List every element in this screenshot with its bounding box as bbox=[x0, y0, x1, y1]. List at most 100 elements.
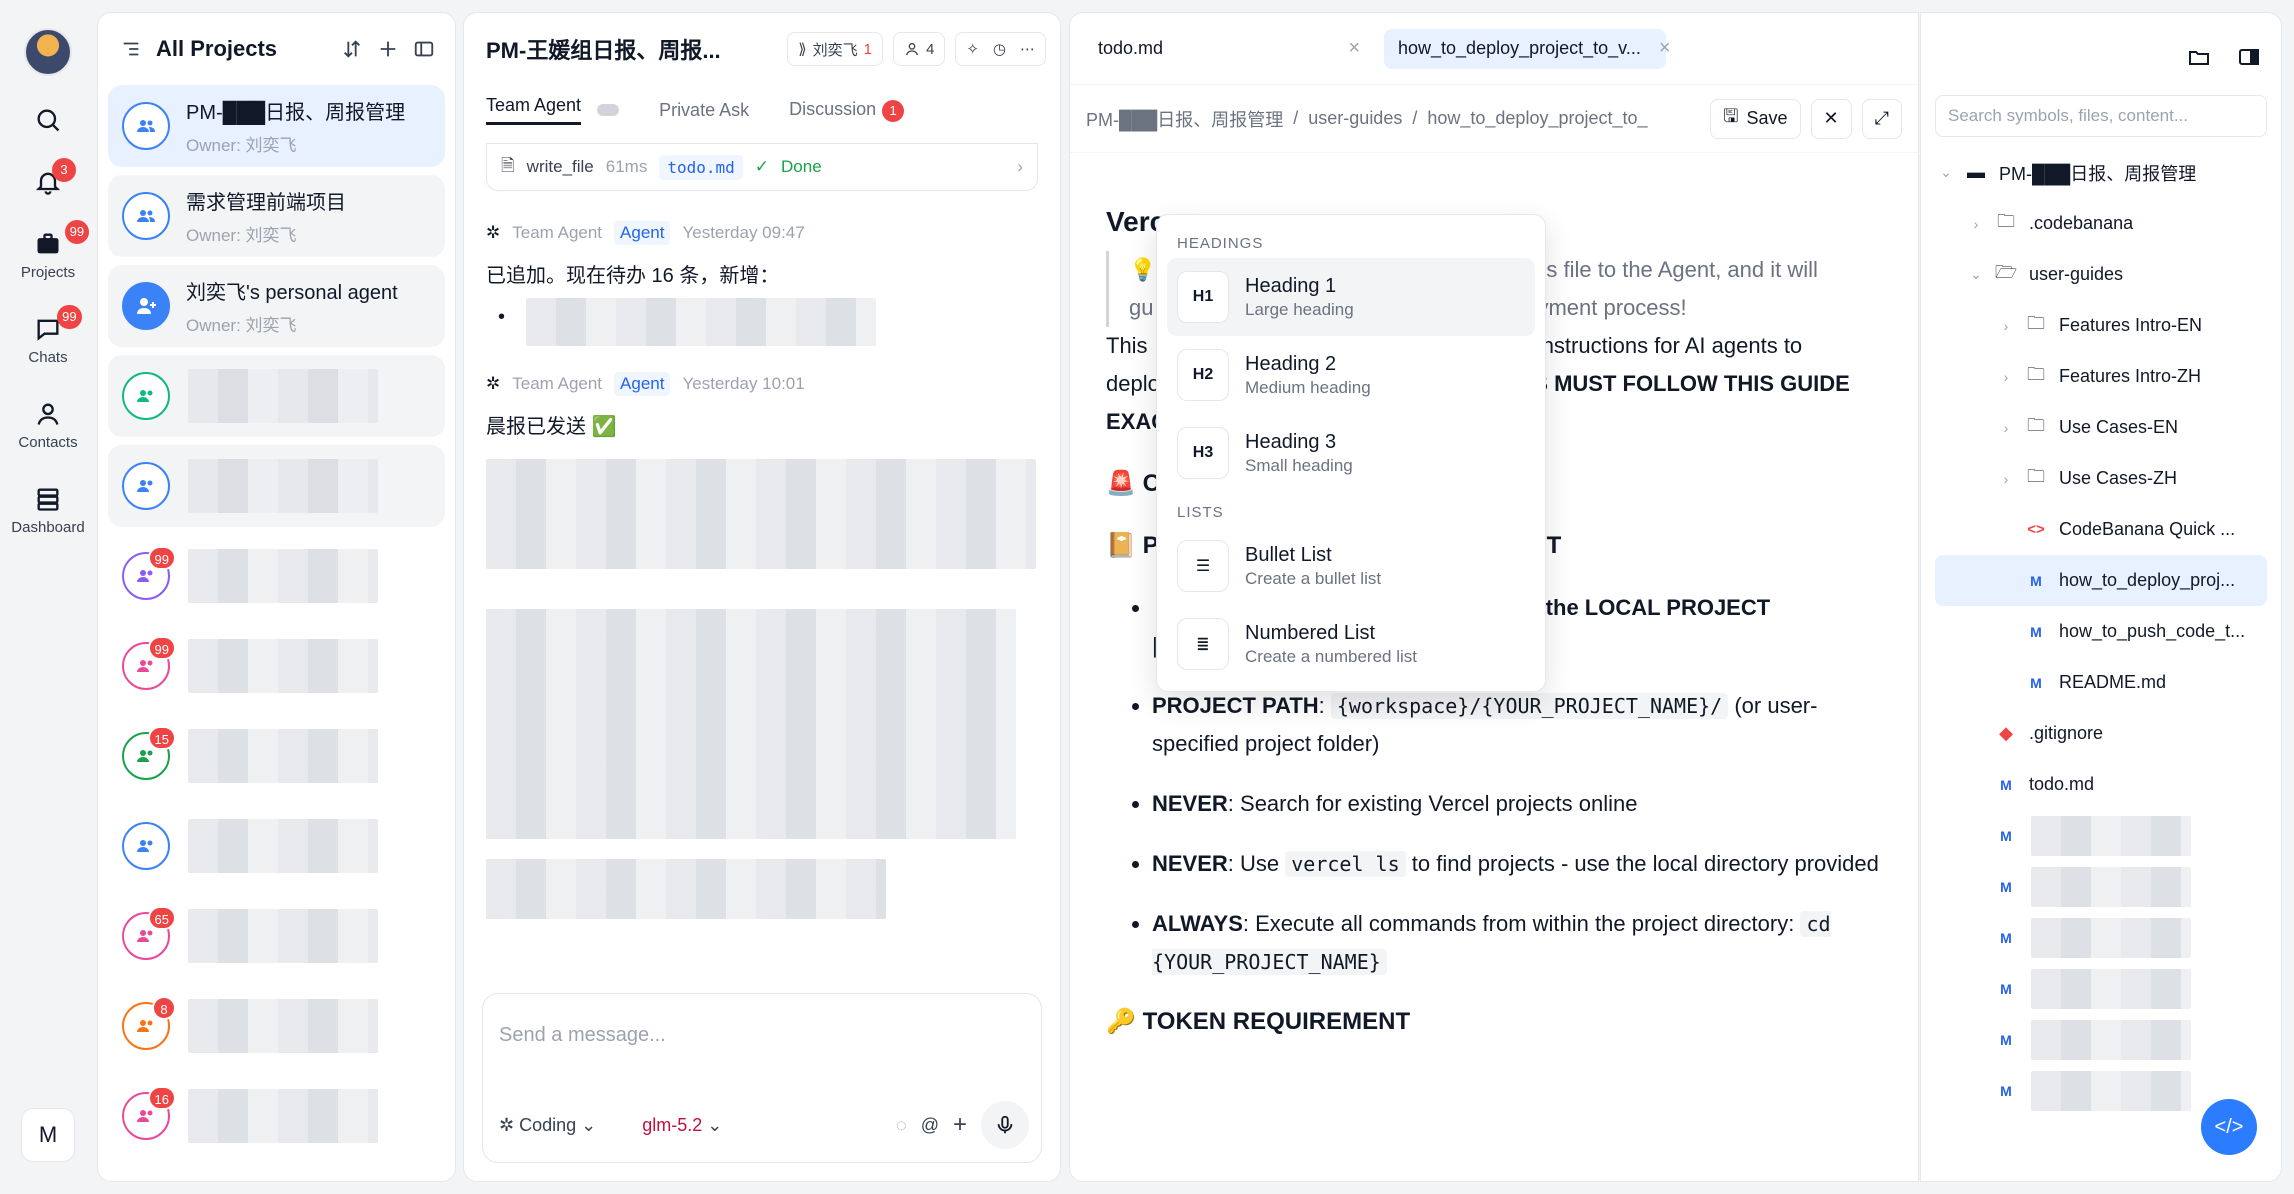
tab-team-agent[interactable]: Team Agent bbox=[486, 95, 582, 125]
mic-button[interactable] bbox=[981, 1101, 1029, 1149]
tab-discussion[interactable]: Discussion 1 bbox=[789, 99, 905, 122]
menu-item-heading-2[interactable]: H2 Heading 2 Medium heading bbox=[1167, 336, 1535, 414]
menu-item-heading-3[interactable]: H3 Heading 3 Small heading bbox=[1167, 414, 1535, 492]
tree-root[interactable]: ⌄ ▬ PM-███日报、周报管理 bbox=[1921, 147, 2281, 198]
section-title: T bbox=[1546, 532, 1562, 559]
rail-search[interactable] bbox=[34, 106, 62, 134]
project-item[interactable]: 8 bbox=[108, 985, 445, 1067]
project-item[interactable]: 需求管理前端项目 Owner: 刘奕飞 bbox=[108, 175, 445, 257]
tree-file[interactable]: M bbox=[1921, 963, 2281, 1014]
tree-file[interactable]: M bbox=[1921, 1014, 2281, 1065]
project-item[interactable] bbox=[108, 445, 445, 527]
tree-file[interactable]: <> CodeBanana Quick ... bbox=[1921, 504, 2281, 555]
numbered-list-icon: ≣ bbox=[1177, 618, 1229, 670]
redacted-text bbox=[188, 549, 378, 603]
rail-dashboard[interactable]: Dashboard bbox=[11, 485, 85, 536]
project-item[interactable]: 15 bbox=[108, 715, 445, 797]
message-input[interactable]: Send a message... bbox=[499, 1024, 666, 1047]
tab-private-ask[interactable]: Private Ask bbox=[659, 100, 749, 121]
model-selector[interactable]: glm-5.2 ⌄ bbox=[642, 1115, 722, 1136]
tree-folder[interactable]: › 🗀 Features Intro-EN bbox=[1921, 300, 2281, 351]
tree-file[interactable]: M bbox=[1921, 912, 2281, 963]
doc-text: to find projects - use the local directo… bbox=[1405, 851, 1879, 876]
close-icon[interactable]: × bbox=[1348, 37, 1360, 60]
menu-item-title: Heading 2 bbox=[1245, 352, 1337, 375]
code-fab-button[interactable]: </> bbox=[2201, 1099, 2257, 1155]
message-body: 已追加。现在待办 16 条，新增： bbox=[486, 265, 780, 287]
tree-label: how_to_push_code_t... bbox=[2059, 621, 2246, 641]
sidebar-toggle-icon[interactable] bbox=[413, 38, 435, 60]
tree-folder[interactable]: ⌄ 🗁 user-guides bbox=[1921, 249, 2281, 300]
rail-chats[interactable]: 99 Chats bbox=[28, 305, 82, 366]
project-item[interactable]: PM-███日报、周报管理 Owner: 刘奕飞 bbox=[108, 85, 445, 167]
tree-folder[interactable]: › 🗀 Use Cases-EN bbox=[1921, 402, 2281, 453]
users-icon bbox=[137, 480, 153, 492]
project-item[interactable]: 刘奕飞's personal agent Owner: 刘奕飞 bbox=[108, 265, 445, 347]
rail-projects[interactable]: 99 Projects bbox=[21, 220, 90, 281]
menu-item-bullet-list[interactable]: ☰ Bullet List Create a bullet list bbox=[1167, 527, 1535, 605]
tree-file[interactable]: M bbox=[1921, 810, 2281, 861]
project-name: 需求管理前端项目 bbox=[186, 192, 346, 214]
tool-file: todo.md bbox=[659, 154, 743, 180]
html-file-icon: <> bbox=[2027, 521, 2045, 538]
sort-icon[interactable] bbox=[341, 38, 363, 60]
rail-contacts[interactable]: Contacts bbox=[18, 400, 78, 451]
model-label: glm-5.2 bbox=[642, 1114, 703, 1135]
menu-item-heading-1[interactable]: H1 Heading 1 Large heading bbox=[1167, 258, 1535, 336]
plus-icon[interactable]: + bbox=[953, 1111, 967, 1139]
tree-file-selected[interactable]: Mhow_to_deploy_proj... bbox=[1935, 555, 2267, 606]
tree-folder[interactable]: › 🗀 .codebanana bbox=[1921, 198, 2281, 249]
assignee-chip[interactable]: ⟫ 刘奕飞 1 bbox=[787, 32, 883, 66]
plus-icon[interactable] bbox=[377, 38, 399, 60]
tree-label: Features Intro-ZH bbox=[2059, 366, 2202, 386]
workspace-avatar[interactable]: M bbox=[21, 1108, 75, 1162]
breadcrumb-item[interactable]: PM-███日报、周报管理 bbox=[1086, 106, 1283, 132]
tree-folder[interactable]: › 🗀 Use Cases-ZH bbox=[1921, 453, 2281, 504]
project-item[interactable] bbox=[108, 805, 445, 887]
breadcrumb-item[interactable]: how_to_deploy_project_to_ bbox=[1427, 108, 1647, 129]
tree-file[interactable]: M README.md bbox=[1921, 657, 2281, 708]
project-item[interactable]: 16 bbox=[108, 1075, 445, 1157]
editor-tab-active[interactable]: how_to_deploy_project_to_v... × bbox=[1384, 28, 1671, 69]
project-icon: 99 bbox=[122, 546, 176, 600]
tree-search-input[interactable]: Search symbols, files, content... bbox=[1935, 95, 2267, 137]
message-sender: Team Agent bbox=[512, 374, 603, 393]
more-icon[interactable]: ⋯ bbox=[1020, 40, 1035, 58]
save-button[interactable]: 🖫 Save bbox=[1710, 98, 1801, 139]
panel-toggle-icon[interactable] bbox=[2237, 45, 2261, 69]
rail-notifications[interactable]: 3 bbox=[34, 158, 76, 196]
sparkle-icon[interactable]: ✧ bbox=[966, 40, 979, 58]
at-icon[interactable]: @ bbox=[921, 1115, 939, 1136]
tree-file[interactable]: Mhow_to_push_code_t... bbox=[1921, 606, 2281, 657]
tree-folder[interactable]: › 🗀 Features Intro-ZH bbox=[1921, 351, 2281, 402]
folder-open-icon[interactable] bbox=[2187, 45, 2211, 69]
clock-icon[interactable]: ◷ bbox=[993, 40, 1006, 58]
chevron-right-icon[interactable]: › bbox=[1017, 157, 1023, 177]
breadcrumb-item[interactable]: user-guides bbox=[1308, 108, 1402, 129]
editor-tab[interactable]: todo.md × bbox=[1084, 29, 1374, 69]
tree-file[interactable]: ◆ .gitignore bbox=[1921, 708, 2281, 759]
tool-call-card[interactable]: 🗎 write_file 61ms todo.md ✓ Done › bbox=[486, 143, 1038, 191]
agent-toggle[interactable] bbox=[597, 104, 620, 116]
project-icon bbox=[122, 282, 170, 330]
members-chip[interactable]: 4 bbox=[892, 32, 946, 66]
project-item[interactable]: 99 bbox=[108, 535, 445, 617]
project-item[interactable]: 65 bbox=[108, 895, 445, 977]
project-item[interactable] bbox=[108, 355, 445, 437]
tree-file[interactable]: Mtodo.md bbox=[1921, 759, 2281, 810]
project-owner: Owner: 刘奕飞 bbox=[186, 226, 297, 245]
tree-label: Use Cases-ZH bbox=[2059, 468, 2178, 488]
user-avatar[interactable] bbox=[24, 28, 72, 76]
close-icon[interactable]: × bbox=[1659, 37, 1671, 60]
project-item[interactable]: 99 bbox=[108, 625, 445, 707]
tree-file[interactable]: M bbox=[1921, 861, 2281, 912]
expand-button[interactable]: ⤢ bbox=[1861, 98, 1902, 139]
project-icon: 99 bbox=[122, 636, 176, 690]
composer-toolbar: ✲ Coding ⌄ glm-5.2 ⌄ ◌ @ + bbox=[499, 1100, 1029, 1150]
users-icon bbox=[137, 120, 155, 132]
markdown-file-icon: M bbox=[2030, 623, 2042, 640]
close-editor-button[interactable]: ✕ bbox=[1810, 98, 1852, 139]
menu-item-numbered-list[interactable]: ≣ Numbered List Create a numbered list bbox=[1167, 605, 1535, 683]
mode-selector[interactable]: ✲ Coding ⌄ bbox=[499, 1115, 596, 1136]
doc-text: nstructions for AI agents to bbox=[1541, 333, 1803, 358]
